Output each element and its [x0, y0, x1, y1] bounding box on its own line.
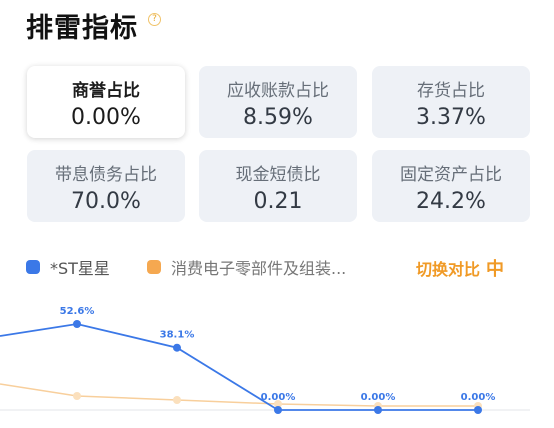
series-line-comparison	[0, 383, 478, 407]
switch-label: 切换对比	[416, 260, 481, 279]
card-fixed-assets-ratio[interactable]: 固定资产占比 24.2%	[372, 150, 530, 222]
data-label: 52.6%	[60, 306, 95, 317]
series-point-main	[374, 406, 382, 414]
data-label: 38.1%	[160, 330, 195, 341]
series-line-main	[0, 323, 478, 411]
legend-dot-blue-icon	[26, 260, 40, 274]
card-value: 8.59%	[243, 105, 313, 130]
legend-label: *ST星星	[50, 259, 110, 278]
series-point-comparison	[73, 392, 81, 400]
series-point-comparison	[173, 396, 181, 404]
data-label: 0.00%	[261, 392, 296, 403]
card-cash-short-debt-ratio[interactable]: 现金短债比 0.21	[199, 150, 357, 222]
page-title: 排雷指标	[26, 13, 138, 44]
card-value: 24.2%	[416, 189, 486, 214]
card-label: 存货占比	[417, 81, 485, 101]
legend-label: 消费电子零部件及组装...	[171, 259, 347, 278]
series-point-main	[474, 406, 482, 414]
trend-chart: 52.6% 38.1% 0.00% 0.00% 0.00%	[0, 306, 530, 414]
legend-series-2[interactable]: 消费电子零部件及组装...	[147, 255, 346, 279]
card-interest-debt-ratio[interactable]: 带息债务占比 70.0%	[27, 150, 185, 222]
data-label: 0.00%	[461, 392, 496, 403]
data-label: 0.00%	[361, 392, 396, 403]
card-inventory-ratio[interactable]: 存货占比 3.37%	[372, 66, 530, 138]
legend-series-1[interactable]: *ST星星	[26, 255, 110, 279]
series-point-main	[73, 320, 81, 328]
card-goodwill-ratio[interactable]: 商誉占比 0.00%	[27, 66, 185, 138]
card-value: 3.37%	[416, 105, 486, 130]
card-label: 应收账款占比	[227, 81, 329, 101]
card-value: 0.00%	[71, 105, 141, 130]
card-label: 商誉占比	[72, 81, 140, 101]
series-point-main	[173, 343, 181, 352]
card-label: 带息债务占比	[55, 165, 157, 185]
card-label: 现金短债比	[235, 165, 321, 185]
card-receivables-ratio[interactable]: 应收账款占比 8.59%	[199, 66, 357, 138]
legend-dot-orange-icon	[147, 260, 161, 274]
help-icon[interactable]: ?	[148, 13, 161, 26]
series-point-main	[274, 406, 282, 414]
card-label: 固定资产占比	[400, 165, 502, 185]
card-value: 0.21	[253, 189, 303, 214]
switch-compare-button[interactable]: 切换对比 中	[416, 255, 504, 281]
card-value: 70.0%	[71, 189, 141, 214]
switch-icon: 中	[486, 259, 505, 280]
